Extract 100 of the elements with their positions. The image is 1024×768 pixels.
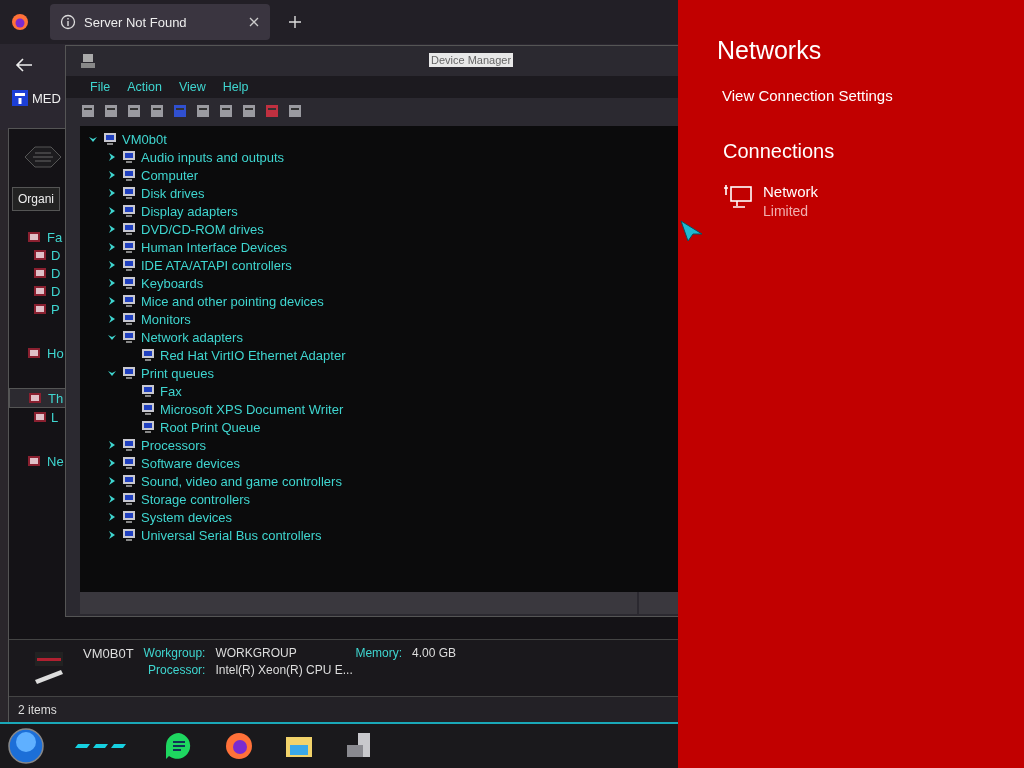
tree-item[interactable]: Microsoft XPS Document Writer [160,401,344,417]
tree-item[interactable]: Computer [141,167,199,183]
device-icon [121,239,137,255]
expand-arrow-icon[interactable] [107,296,117,306]
sidebar-item[interactable]: D [9,246,66,264]
device-icon [121,329,137,345]
tree-item[interactable]: Root Print Queue [160,419,261,435]
tree-item[interactable]: Fax [160,383,182,399]
sidebar-item[interactable]: Th [9,388,66,408]
tree-item[interactable]: IDE ATA/ATAPI controllers [141,257,292,273]
device-icon [121,167,137,183]
tree-item[interactable]: Sound, video and game controllers [141,473,342,489]
toolbar-icon[interactable] [195,103,211,119]
detail-value: Intel(R) Xeon(R) CPU E... [215,663,354,677]
menu-item[interactable]: File [90,80,111,94]
tree-item[interactable]: VM0b0t [122,131,167,147]
sidebar-item[interactable]: P [9,300,66,318]
tree-item[interactable]: Software devices [141,455,240,471]
expand-arrow-icon[interactable] [107,314,117,324]
detail-value: WORKGROUP [215,646,298,660]
expand-arrow-icon[interactable] [107,188,117,198]
tree-item[interactable]: Keyboards [141,275,204,291]
connection-item[interactable]: Network Limited [723,183,818,219]
toolbar-icon[interactable] [241,103,257,119]
expand-arrow-icon[interactable] [107,530,117,540]
expand-arrow-icon[interactable] [107,368,117,378]
sidebar-item[interactable]: L [9,408,66,426]
back-arrow-icon[interactable] [15,57,33,73]
device-icon [121,473,137,489]
tree-item[interactable]: Mice and other pointing devices [141,293,324,309]
close-icon[interactable] [248,16,260,28]
device-icon [140,347,156,363]
device-icon [121,311,137,327]
expand-arrow-icon[interactable] [107,152,117,162]
device-icon [121,149,137,165]
tree-item[interactable]: Disk drives [141,185,205,201]
expand-arrow-icon[interactable] [107,476,117,486]
bookmark-label[interactable]: MED [32,90,61,106]
firefox-icon[interactable] [224,731,254,761]
tree-item[interactable]: Red Hat VirtIO Ethernet Adapter [160,347,346,363]
tree-item[interactable]: Display adapters [141,203,238,219]
bookmark-icon[interactable] [12,90,28,106]
expand-arrow-icon[interactable] [107,512,117,522]
tree-item[interactable]: Monitors [141,311,191,327]
menu-item[interactable]: Help [222,80,249,94]
toolbar-icon[interactable] [103,103,119,119]
expand-arrow-icon[interactable] [107,494,117,504]
window-title: Device Manager [429,53,514,67]
device-icon [121,185,137,201]
expand-arrow-icon[interactable] [107,332,117,342]
toolbar-icon[interactable] [264,103,280,119]
device-icon [140,383,156,399]
info-icon [60,14,76,30]
start-orb-icon[interactable] [8,728,44,764]
expand-arrow-icon[interactable] [107,440,117,450]
tree-item[interactable]: Universal Serial Bus controllers [141,527,322,543]
tree-item[interactable]: System devices [141,509,233,525]
menu-item[interactable]: View [178,80,206,94]
tree-item[interactable]: Processors [141,437,207,453]
device-icon [121,491,137,507]
device-icon [121,527,137,543]
settings-link[interactable]: View Connection Settings [722,87,893,104]
toolbar-icon[interactable] [80,103,96,119]
sidebar-item[interactable]: D [9,264,66,282]
item-count: 2 items [18,703,57,717]
sidebar-item[interactable]: D [9,282,66,300]
menu-item[interactable]: Action [127,80,162,94]
detail-label: Workgroup: [143,646,206,660]
new-tab-icon[interactable] [288,15,302,29]
tree-item[interactable]: Audio inputs and outputs [141,149,285,165]
expand-arrow-icon[interactable] [107,242,117,252]
toolbar-icon[interactable] [218,103,234,119]
tree-item[interactable]: Storage controllers [141,491,251,507]
expand-arrow-icon[interactable] [107,170,117,180]
organize-button[interactable]: Organi [12,187,61,211]
tree-item[interactable]: Human Interface Devices [141,239,287,255]
orb-ornament-icon [23,144,63,169]
browser-tab[interactable]: Server Not Found [50,4,270,40]
sidebar-item[interactable]: Fa [9,228,66,246]
wired-network-icon [723,183,753,211]
expand-arrow-icon[interactable] [107,224,117,234]
tree-item[interactable]: DVD/CD-ROM drives [141,221,264,237]
firefox-icon[interactable] [10,12,30,32]
expand-arrow-icon[interactable] [88,134,98,144]
expand-arrow-icon[interactable] [107,206,117,216]
sidebar-item[interactable]: Ho [9,344,66,362]
toolbar-icon[interactable] [287,103,303,119]
sidebar-item[interactable]: Ne [9,452,66,470]
tree-item[interactable]: Network adapters [141,329,243,345]
toolbar-icon[interactable] [126,103,142,119]
tree-item[interactable]: Print queues [141,365,214,381]
section-heading: Connections [723,140,835,163]
tab-title: Server Not Found [84,14,188,30]
status-panel [639,592,679,614]
expand-arrow-icon[interactable] [107,260,117,270]
device-icon [121,293,137,309]
expand-arrow-icon[interactable] [107,458,117,468]
device-icon [102,131,118,147]
toolbar-icon[interactable] [149,103,165,119]
expand-arrow-icon[interactable] [107,278,117,288]
